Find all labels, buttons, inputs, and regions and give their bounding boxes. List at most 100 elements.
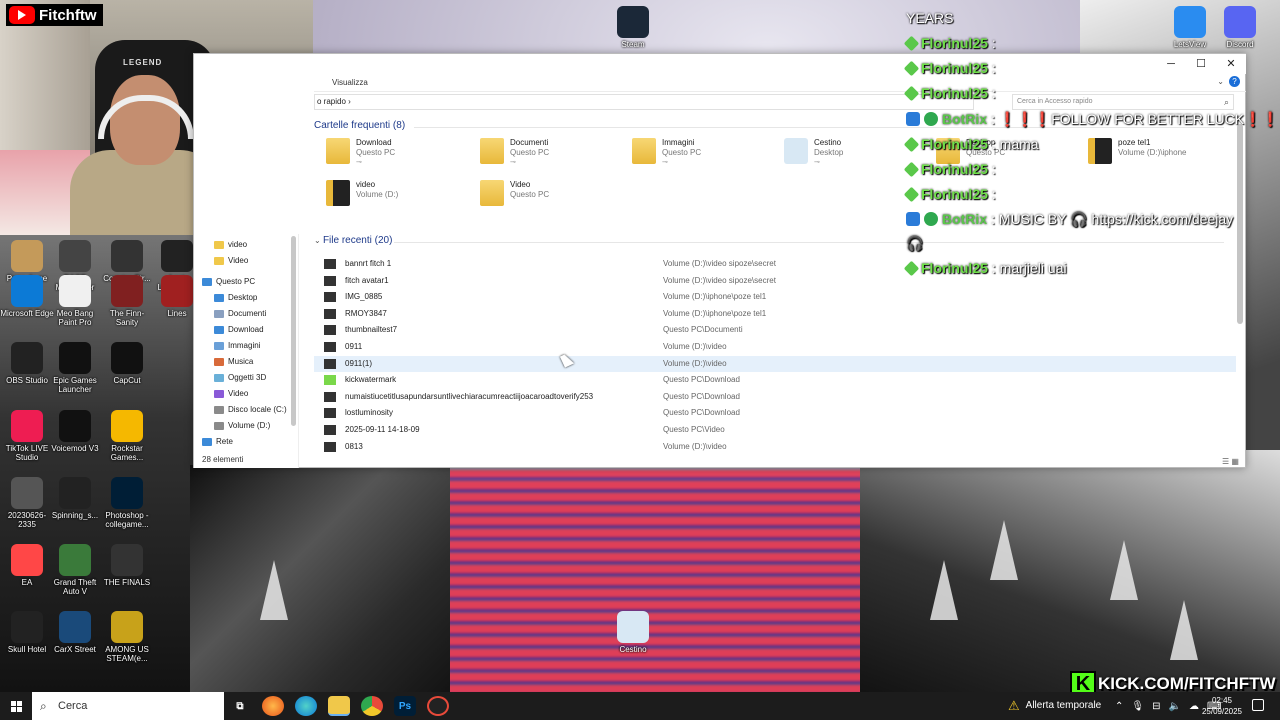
volume-icon[interactable]: 🔈 (1168, 701, 1180, 712)
recent-file-row[interactable]: lostluminosity Questo PC\Download (314, 405, 1236, 421)
desktop-icon[interactable]: Voicemod V3 (48, 410, 102, 453)
nav-item-label: Musica (228, 357, 254, 366)
start-button[interactable] (0, 692, 32, 720)
desktop-icon[interactable]: TikTok LIVE Studio (0, 410, 54, 462)
desktop-icon-label: Photoshop - collegame... (105, 511, 149, 529)
desktop-icon[interactable]: CapCut (100, 342, 154, 385)
desktop-icon[interactable]: Microsoft Edge (0, 275, 54, 318)
address-bar[interactable]: o rapido › (314, 94, 974, 110)
chrome-icon[interactable] (361, 696, 383, 716)
desktop-icon[interactable]: Rockstar Games... (100, 410, 154, 462)
firefox-icon[interactable] (262, 696, 284, 716)
weather-widget[interactable]: ⚠ Allerta temporale (1008, 692, 1101, 720)
tab-visualizza[interactable]: Visualizza (332, 78, 368, 87)
microphone-icon[interactable]: 🎙 (1131, 701, 1144, 712)
folder-location: Volume (D:) (356, 190, 399, 199)
nav-item[interactable]: Musica (214, 355, 253, 369)
desktop-icon[interactable]: Skull Hotel (0, 611, 54, 654)
recent-file-row[interactable]: 0813 Volume (D:)\video (314, 439, 1236, 455)
file-name: 0813 (345, 441, 363, 451)
desktop-icon[interactable]: CarX Street (48, 611, 102, 654)
file-name: IMG_0885 (345, 292, 383, 302)
frequent-folder-tile[interactable]: Video Questo PC (480, 176, 630, 214)
obs-icon[interactable] (427, 696, 449, 716)
recent-file-row[interactable]: numaistiucetitlusapundarsuntlivechiaracu… (314, 389, 1236, 405)
folder-icon (202, 438, 212, 446)
frequent-folder-tile[interactable]: video Volume (D:) (326, 176, 476, 214)
nav-item[interactable]: Video (214, 254, 248, 268)
desktop-icon[interactable]: Meo Bang Paint Pro (48, 275, 102, 327)
desktop-app-icon (617, 611, 649, 643)
recent-file-row[interactable]: 0911(1) Volume (D:)\video (314, 355, 1236, 372)
photoshop-icon[interactable]: Ps (394, 696, 416, 716)
file-location: Volume (D:)\video (663, 358, 727, 368)
file-name: thumbnailtest7 (345, 325, 398, 335)
frequent-folder-tile[interactable]: Immagini Questo PC ⊸ (632, 134, 782, 172)
desktop-icon[interactable]: THE FINALS (100, 544, 154, 587)
frequent-folder-tile[interactable]: Download Questo PC ⊸ (326, 134, 476, 172)
desktop-app-icon (59, 342, 91, 374)
task-view-icon[interactable]: ⧉ (229, 696, 251, 716)
recent-file-row[interactable]: thumbnailtest7 Questo PC\Documenti (314, 322, 1236, 338)
desktop-app-icon (11, 410, 43, 442)
desktop-icon[interactable]: AMONG US STEAM(e... (100, 611, 154, 663)
desktop-icon[interactable]: Spinning_s... (48, 477, 102, 520)
chevron-up-icon[interactable]: ⌃ (1115, 701, 1123, 712)
nav-item[interactable]: Volume (D:) (214, 419, 270, 433)
frequent-folder-tile[interactable]: Documenti Questo PC ⊸ (480, 134, 630, 172)
cloud-icon[interactable]: ☁ (1189, 701, 1199, 712)
network-icon[interactable]: ⊟ (1152, 701, 1160, 712)
nav-item[interactable]: video (214, 238, 247, 252)
file-thumbnail-icon (324, 358, 336, 369)
section-recent-files[interactable]: ⌄ File recenti (20) (314, 235, 392, 246)
nav-item[interactable]: Download (214, 323, 264, 337)
navigation-pane: video Video Questo PC Desktop Documenti Downl… (194, 234, 299, 468)
nav-item[interactable]: Immagini (214, 339, 260, 353)
nav-item[interactable]: Disco locale (C:) (214, 403, 287, 417)
chat-message: Florinul25: marjieli uai (903, 257, 1067, 279)
nav-item[interactable]: Rete (202, 435, 233, 449)
recent-file-row[interactable]: RMOY3847 Volume (D:)\iphone\poze tel1 (314, 306, 1236, 322)
file-thumbnail-icon (324, 325, 336, 336)
nav-item[interactable]: Video (214, 387, 248, 401)
desktop-icon[interactable]: The Finn-Sanity (100, 275, 154, 327)
desktop-icon[interactable]: EA (0, 544, 54, 587)
file-explorer-icon[interactable] (328, 696, 350, 716)
section-frequent-folders[interactable]: Cartelle frequenti (8) (314, 120, 405, 131)
chat-username: Florinul25 (921, 161, 988, 177)
desktop-app-icon (111, 240, 143, 272)
desktop-icon[interactable]: Photoshop - collegame... (100, 477, 154, 529)
recent-file-row[interactable]: 0911 Volume (D:)\video (314, 339, 1236, 355)
folder-icon (214, 342, 224, 350)
desktop-app-icon (59, 544, 91, 576)
desktop-icon[interactable]: 20230626-2335 (0, 477, 54, 529)
nav-item-label: Oggetti 3D (228, 373, 267, 382)
notifications-icon[interactable] (1252, 699, 1264, 711)
nav-item[interactable]: Oggetti 3D (214, 371, 266, 385)
recent-file-row[interactable]: 2025-09-11 14-18-09 Questo PC\Video (314, 422, 1236, 438)
nav-item[interactable]: Questo PC (202, 275, 255, 289)
edge-icon[interactable] (295, 696, 317, 716)
desktop-icon[interactable]: Cestino (606, 611, 660, 654)
wallpaper-cliff-right (860, 450, 1280, 700)
recent-file-row[interactable]: kickwatermark Questo PC\Download (314, 372, 1236, 388)
desktop-icon[interactable]: Grand Theft Auto V (48, 544, 102, 596)
youtube-channel-badge: Fitchftw (6, 4, 103, 26)
folder-icon (214, 257, 224, 265)
nav-scrollbar[interactable] (291, 236, 296, 426)
subscriber-badge-icon (903, 161, 920, 177)
folder-name: Download (356, 138, 392, 147)
desktop-app-icon (111, 342, 143, 374)
desktop-icon[interactable]: OBS Studio (0, 342, 54, 385)
view-details-icon[interactable]: ☰ ▦ (1222, 457, 1239, 466)
recent-file-row[interactable]: IMG_0885 Volume (D:)\iphone\poze tel1 (314, 289, 1236, 305)
taskbar-clock[interactable]: 02:45 25/09/2025 (1200, 695, 1244, 717)
desktop-icon[interactable]: Steam (606, 6, 660, 49)
taskbar-search[interactable]: ⌕ Cerca (32, 692, 224, 720)
desktop-icon[interactable]: Epic Games Launcher (48, 342, 102, 394)
nav-item[interactable]: Desktop (214, 291, 257, 305)
stream-chat-overlay: YEARS Florinul25: Florinul25: Florinul25: Bo… (903, 0, 1280, 290)
file-location: Questo PC\Documenti (663, 325, 743, 335)
search-icon: ⌕ (40, 699, 47, 713)
nav-item[interactable]: Documenti (214, 307, 266, 321)
